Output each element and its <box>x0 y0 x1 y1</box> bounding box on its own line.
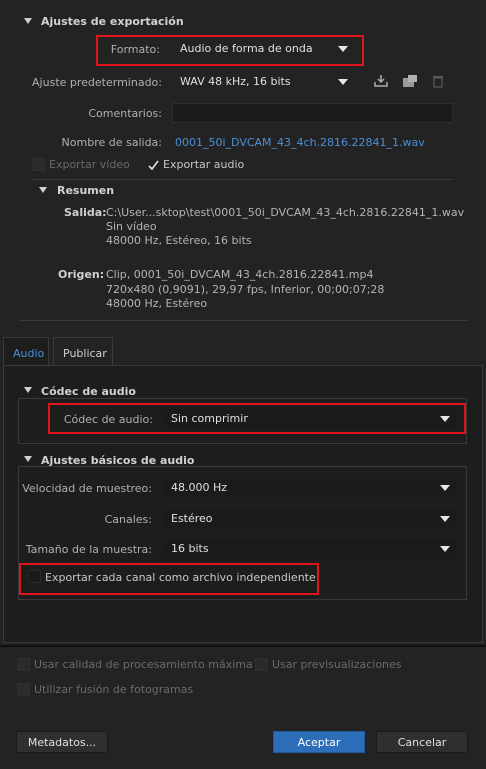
sample-size-value: 16 bits <box>171 542 209 555</box>
audio-codec-highlight-box <box>48 403 466 434</box>
comments-input[interactable] <box>172 103 453 123</box>
channels-value: Estéreo <box>171 512 213 525</box>
channels-dropdown[interactable]: Estéreo <box>163 509 458 529</box>
tab-audio-label: Audio <box>13 347 45 360</box>
preset-label: Ajuste predeterminado: <box>32 76 162 89</box>
preset-dropdown[interactable]: WAV 48 kHz, 16 bits <box>172 72 356 92</box>
max-quality-checkbox[interactable] <box>17 658 30 671</box>
sample-size-label: Tamaño de la muestra: <box>25 543 152 556</box>
collapse-audio-codec-icon[interactable] <box>24 387 32 393</box>
collapse-summary-icon[interactable] <box>39 187 47 193</box>
sample-rate-label: Velocidad de muestreo: <box>22 482 152 495</box>
checkmark-icon <box>148 160 159 171</box>
export-video-checkbox[interactable] <box>32 158 45 171</box>
summary-output-line: Sin vídeo <box>106 220 157 233</box>
export-video-label: Exportar vídeo <box>49 158 130 171</box>
tab-audio[interactable]: Audio <box>3 337 49 366</box>
save-preset-icon[interactable] <box>402 74 418 88</box>
collapse-export-settings-icon[interactable] <box>24 18 32 24</box>
previews-checkbox[interactable] <box>255 658 268 671</box>
chevron-down-icon <box>440 516 450 522</box>
sample-size-dropdown[interactable]: 16 bits <box>163 539 458 559</box>
import-preset-icon[interactable] <box>373 74 389 88</box>
format-highlight-box <box>96 35 364 66</box>
summary-source-line: Clip, 0001_50i_DVCAM_43_4ch.2816.22841.m… <box>106 268 374 281</box>
export-settings-header: Ajustes de exportación <box>41 15 184 28</box>
panel-bottom-separator <box>19 320 468 321</box>
tab-publish[interactable]: Publicar <box>53 337 113 365</box>
sample-rate-value: 48.000 Hz <box>171 481 228 494</box>
bottom-divider <box>0 645 486 647</box>
frame-blending-checkbox[interactable] <box>17 683 30 696</box>
tab-publish-label: Publicar <box>63 347 107 360</box>
frame-blending-label: Utilizar fusión de fotogramas <box>34 683 194 696</box>
sample-rate-dropdown[interactable]: 48.000 Hz <box>163 478 458 498</box>
summary-output-line: 48000 Hz, Estéreo, 16 bits <box>106 234 252 247</box>
chevron-down-icon <box>338 79 348 85</box>
export-channels-highlight-box <box>19 563 319 595</box>
previews-label: Usar previsualizaciones <box>272 658 402 671</box>
trash-icon[interactable] <box>432 74 444 88</box>
output-name-link[interactable]: 0001_50i_DVCAM_43_4ch.2816.22841_1.wav <box>175 136 425 149</box>
chevron-down-icon <box>440 485 450 491</box>
audio-codec-header: Códec de audio <box>41 385 136 398</box>
summary-separator <box>31 179 453 180</box>
export-audio-label: Exportar audio <box>163 158 245 171</box>
metadata-button[interactable]: Metadatos... <box>16 731 108 753</box>
summary-output-line: C:\User...sktop\test\0001_50i_DVCAM_43_4… <box>106 206 465 219</box>
chevron-down-icon <box>440 546 450 552</box>
max-quality-label: Usar calidad de procesamiento máxima <box>34 658 253 671</box>
accept-button[interactable]: Aceptar <box>273 731 365 753</box>
summary-source-label: Origen: <box>58 268 105 281</box>
summary-source-line: 48000 Hz, Estéreo <box>106 297 208 310</box>
comments-label: Comentarios: <box>88 107 162 120</box>
output-name-label: Nombre de salida: <box>61 136 162 149</box>
summary-output-label: Salida: <box>64 206 107 219</box>
preset-value: WAV 48 kHz, 16 bits <box>180 75 291 88</box>
channels-label: Canales: <box>104 513 152 526</box>
cancel-button[interactable]: Cancelar <box>376 731 468 753</box>
summary-header: Resumen <box>57 184 115 197</box>
export-audio-checkbox[interactable] <box>146 158 159 171</box>
summary-source-line: 720x480 (0,9091), 29,97 fps, Inferior, 0… <box>106 283 385 296</box>
collapse-basic-audio-icon[interactable] <box>24 456 32 462</box>
